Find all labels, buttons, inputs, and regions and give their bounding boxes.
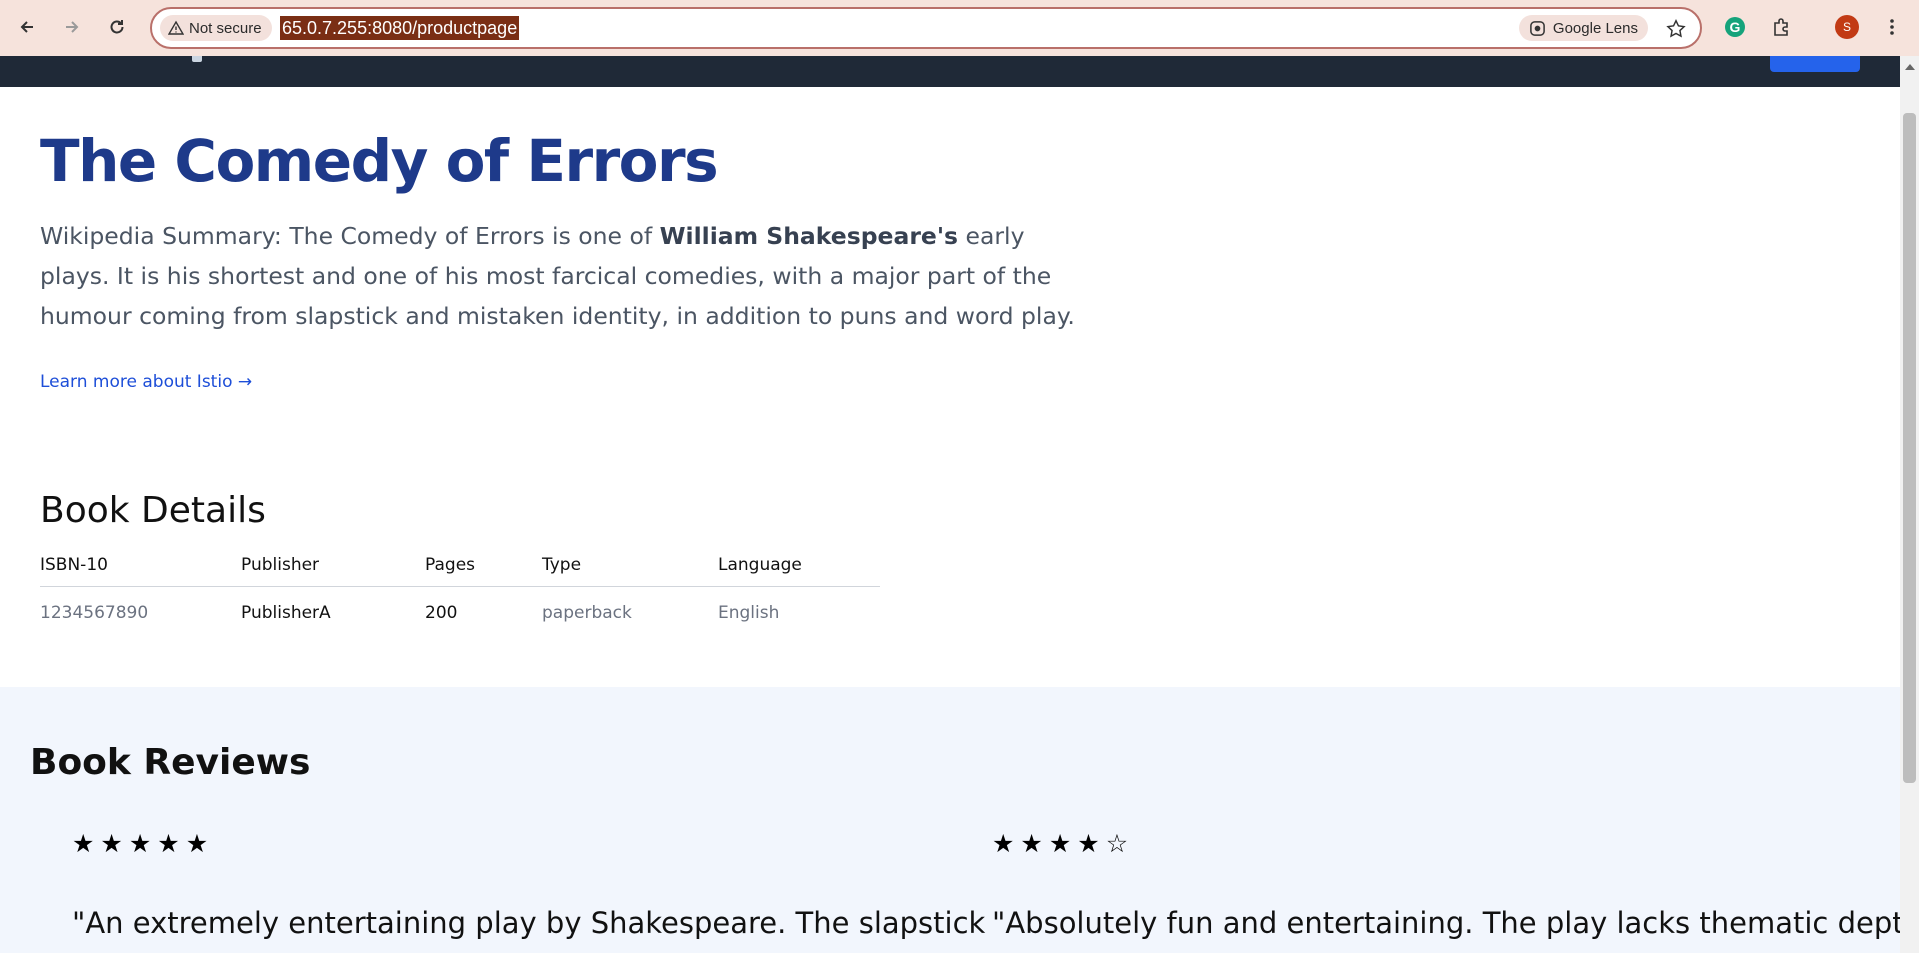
column-header-pages: Pages — [425, 555, 542, 587]
star-filled-icon: ★ — [992, 830, 1015, 858]
cell-language: English — [718, 602, 780, 623]
grammarly-extension-icon[interactable]: G — [1722, 14, 1748, 40]
profile-avatar[interactable]: S — [1834, 14, 1860, 40]
learn-more-istio-link[interactable]: Learn more about Istio → — [40, 372, 252, 392]
scrollbar-thumb[interactable] — [1903, 113, 1916, 783]
page-title: The Comedy of Errors — [40, 127, 719, 195]
site-header — [0, 56, 1900, 87]
header-sign-in-button[interactable] — [1770, 56, 1860, 72]
cell-publisher: PublisherA — [241, 602, 331, 623]
star-filled-icon: ★ — [1077, 830, 1100, 858]
column-header-publisher: Publisher — [241, 555, 425, 587]
security-indicator[interactable]: Not secure — [160, 15, 272, 41]
scroll-up-arrow-icon[interactable] — [1905, 64, 1915, 70]
lens-label: Google Lens — [1552, 19, 1638, 37]
star-filled-icon: ★ — [1020, 830, 1043, 858]
column-header-isbn: ISBN-10 — [40, 555, 241, 587]
star-filled-icon: ★ — [1048, 830, 1072, 858]
review-2-rating: ★ ★ ★ ★ ☆ — [992, 831, 1128, 857]
table-header-row: ISBN-10 Publisher Pages Type Language — [40, 555, 880, 587]
vertical-scrollbar[interactable] — [1900, 56, 1919, 953]
product-hero: The Comedy of Errors Wikipedia Summary: … — [40, 126, 1140, 336]
book-reviews-section: Book Reviews ★ ★ ★ ★ ★ "An extremely enterta… — [0, 687, 1900, 953]
header-title-fragment — [192, 56, 202, 62]
back-icon[interactable] — [12, 12, 42, 42]
star-empty-icon: ☆ — [1105, 830, 1129, 858]
cell-isbn: 1234567890 — [40, 602, 149, 623]
lens-icon — [1530, 20, 1545, 36]
url-text[interactable]: 65.0.7.255:8080/productpage — [280, 16, 520, 40]
star-filled-icon: ★ — [72, 830, 95, 858]
cell-type: paperback — [542, 602, 632, 623]
forward-icon[interactable] — [57, 12, 87, 42]
book-reviews-title: Book Reviews — [30, 742, 311, 783]
star-filled-icon: ★ — [100, 830, 123, 858]
book-summary: Wikipedia Summary: The Comedy of Errors … — [40, 222, 1075, 330]
extensions-puzzle-icon[interactable] — [1769, 14, 1795, 40]
star-filled-icon: ★ — [185, 830, 209, 858]
book-details-title: Book Details — [40, 490, 266, 531]
security-label: Not secure — [189, 19, 262, 37]
menu-kebab-icon[interactable] — [1879, 14, 1905, 40]
bookmark-star-icon[interactable] — [1664, 17, 1688, 41]
review-1-text: "An extremely entertaining play by Shake… — [72, 906, 986, 940]
column-header-language: Language — [718, 555, 880, 587]
author-name: William Shakespeare's — [659, 222, 959, 250]
star-filled-icon: ★ — [128, 830, 152, 858]
column-header-type: Type — [542, 555, 718, 587]
google-lens-button[interactable]: Google Lens — [1518, 15, 1648, 41]
page-viewport: The Comedy of Errors Wikipedia Summary: … — [0, 56, 1900, 953]
star-filled-icon: ★ — [157, 830, 180, 858]
book-details-table: ISBN-10 Publisher Pages Type Language 12… — [40, 555, 880, 639]
warning-icon — [168, 20, 184, 35]
address-bar[interactable]: Not secure 65.0.7.255:8080/productpage G… — [150, 7, 1702, 49]
review-2-text: "Absolutely fun and entertaining. The pl… — [992, 906, 1900, 940]
book-details-section: Book Details ISBN-10 Publisher Pages Typ… — [40, 489, 880, 623]
table-row: 1234567890 PublisherA 200 paperback Engl… — [40, 586, 880, 639]
cell-pages: 200 — [425, 602, 458, 623]
review-1-rating: ★ ★ ★ ★ ★ — [72, 831, 208, 857]
reload-icon[interactable] — [102, 12, 132, 42]
browser-toolbar: Not secure 65.0.7.255:8080/productpage G… — [0, 0, 1919, 56]
